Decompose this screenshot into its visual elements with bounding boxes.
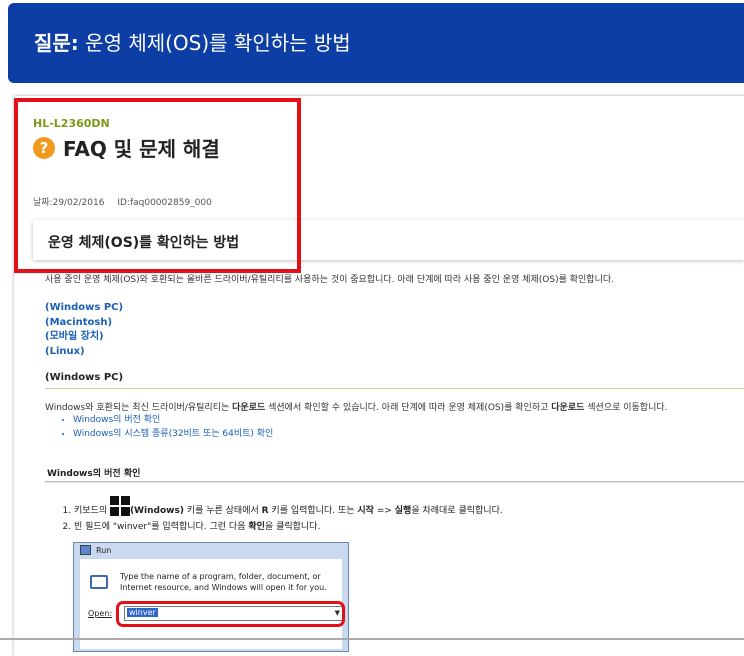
intro-text: 사용 중인 운영 체제(OS)와 호환되는 올바른 드라이버/유틸리티를 사용하… <box>45 275 614 285</box>
link-mobile[interactable]: (모바일 장치) <box>45 330 123 345</box>
step-1: 키보드의 (Windows) 키를 누른 상태에서 R 키를 입력합니다. 또는… <box>74 496 503 519</box>
red-highlight-input <box>116 601 345 627</box>
os-link-list: (Windows PC) (Macintosh) (모바일 장치) (Linux… <box>45 301 123 359</box>
run-dialog-text: Type the name of a program, folder, docu… <box>120 572 327 592</box>
divider <box>45 388 744 389</box>
link-macintosh[interactable]: (Macintosh) <box>45 316 123 331</box>
bullet-windows-system-type[interactable]: Windows의 시스템 종류(32비트 또는 64비트) 확인 <box>73 427 273 441</box>
banner-title: 운영 체제(OS)를 확인하는 방법 <box>85 31 351 55</box>
run-app-icon <box>80 545 91 555</box>
run-program-icon <box>90 575 108 589</box>
run-dialog-title: Run <box>80 545 111 555</box>
run-dialog: Run Type the name of a program, folder, … <box>73 542 349 652</box>
step-2: 빈 필드에 "winver"를 입력합니다. 그런 다음 확인을 클릭합니다. <box>74 519 503 535</box>
bullet-windows-version[interactable]: Windows의 버전 확인 <box>73 413 273 427</box>
windows-heading: (Windows PC) <box>45 372 124 383</box>
windows-bullets: Windows의 버전 확인 Windows의 시스템 종류(32비트 또는 6… <box>57 413 273 441</box>
steps-list: 키보드의 (Windows) 키를 누른 상태에서 R 키를 입력합니다. 또는… <box>60 496 503 535</box>
scroll-edge <box>0 638 744 640</box>
windows-description: Windows와 호환되는 최신 드라이버/유틸리티는 다운로드 섹션에서 확인… <box>45 403 668 413</box>
red-highlight-box <box>14 98 301 273</box>
version-heading: Windows의 버전 확인 <box>47 469 141 479</box>
open-label: Open: <box>88 609 113 618</box>
banner-label: 질문: <box>34 31 79 55</box>
windows-key-icon <box>109 496 130 516</box>
page-banner: 질문: 운영 체제(OS)를 확인하는 방법 <box>8 3 744 83</box>
link-linux[interactable]: (Linux) <box>45 345 123 360</box>
divider <box>45 481 744 483</box>
link-windows-pc[interactable]: (Windows PC) <box>45 301 123 316</box>
